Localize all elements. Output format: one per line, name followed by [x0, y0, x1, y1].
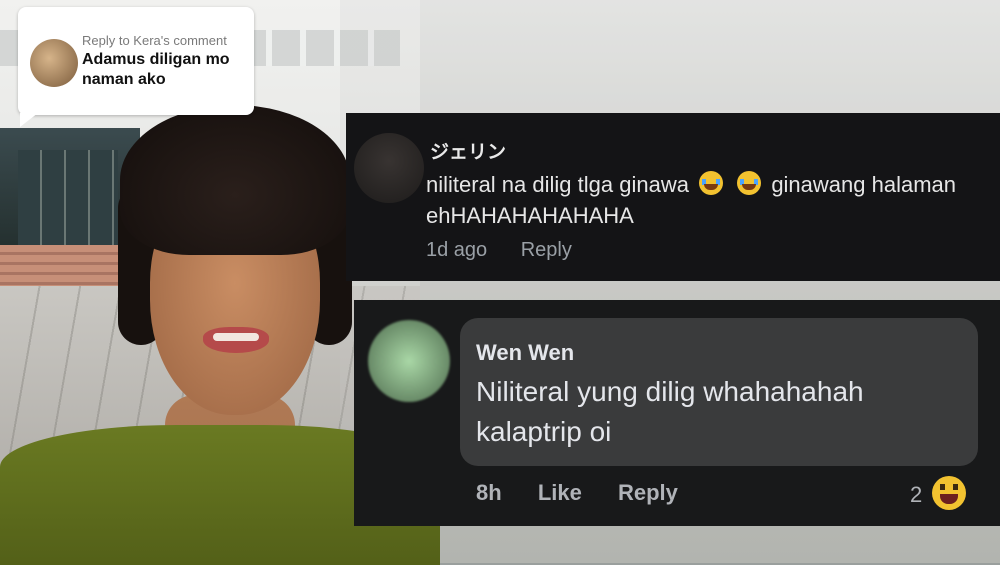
comment-1-time: 1d ago	[426, 239, 488, 261]
comment-2-author[interactable]: Wen Wen	[476, 340, 574, 366]
comment-2-reply-button[interactable]: Reply	[618, 480, 678, 505]
comment-1-text-a: niliteral na dilig tlga ginawa	[426, 172, 689, 197]
comment-2-like-button[interactable]: Like	[538, 480, 582, 505]
commenter-avatar	[30, 39, 78, 87]
comment-2-reactions[interactable]: 2	[910, 476, 970, 510]
comment-1-body: niliteral na dilig tlga ginawa ginawang …	[426, 169, 996, 231]
replied-comment-text: Adamus diligan mo naman ako	[82, 51, 230, 88]
reply-to-comment-card: Reply to Kera's comment Adamus diligan m…	[18, 7, 254, 127]
loudly-crying-face-icon	[699, 171, 724, 195]
comment-card-2: Wen Wen Niliteral yung dilig whahahahah …	[354, 300, 1000, 526]
comment-2-time: 8h	[476, 480, 502, 505]
reaction-count: 2	[910, 482, 923, 507]
comment-2-text: Niliteral yung dilig whahahahah kalaptri…	[476, 376, 864, 447]
reply-kicker-label: Reply to Kera's comment	[82, 33, 227, 48]
comment-1-meta: 1d ago Reply	[426, 239, 600, 262]
comment-card-1: ジェリン niliteral na dilig tlga ginawa gina…	[346, 113, 1000, 281]
loudly-crying-face-icon	[737, 171, 762, 195]
comment-1-author: ジェリン	[430, 142, 507, 163]
comment-2-bubble: Wen Wen Niliteral yung dilig whahahahah …	[460, 318, 978, 466]
comment-1-text-b: ginawang halaman	[771, 172, 957, 197]
comment-1-text-c: ehHAHAHAHAHAHA	[426, 203, 634, 228]
person-mouth	[203, 327, 269, 353]
comment-1-avatar	[354, 133, 424, 203]
comment-1-reply-button[interactable]: Reply	[521, 239, 572, 261]
person-hair	[120, 105, 350, 255]
comment-2-meta: 8h Like Reply	[476, 480, 708, 506]
laughing-face-icon	[932, 476, 967, 510]
comment-2-avatar	[368, 320, 450, 402]
